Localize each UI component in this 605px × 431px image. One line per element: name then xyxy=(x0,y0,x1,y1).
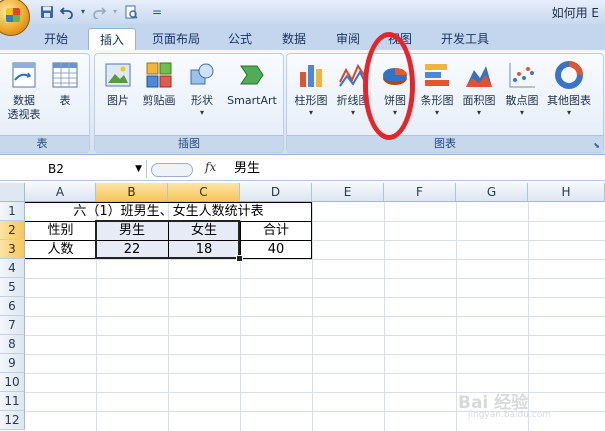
picture-icon xyxy=(105,63,131,87)
line-chart-button[interactable]: 折线图 ▾ xyxy=(333,60,373,118)
line-chart-icon xyxy=(339,63,367,87)
scatter-chart-icon xyxy=(509,63,535,88)
ribbon: 数据 透视表 表 表 图片 剪贴画 形状 ▾ SmartArt 插图 柱形图 ▾… xyxy=(0,50,605,155)
select-all-corner[interactable] xyxy=(0,183,25,202)
row-header-5[interactable]: 5 xyxy=(0,278,25,297)
cell-d3[interactable]: 40 xyxy=(240,240,312,259)
office-logo-icon xyxy=(6,8,20,22)
pivot-table-button[interactable]: 数据 透视表 xyxy=(3,60,45,122)
cell-b2[interactable]: 男生 xyxy=(96,221,168,240)
column-header-f[interactable]: F xyxy=(384,183,456,202)
cell-d2[interactable]: 合计 xyxy=(240,221,312,240)
tab-home[interactable]: 开始 xyxy=(32,28,80,50)
title-bar: ▾ ▾ = 如何用 E xyxy=(0,0,605,36)
column-header-d[interactable]: D xyxy=(240,183,312,202)
column-header-g[interactable]: G xyxy=(456,183,528,202)
tab-data[interactable]: 数据 xyxy=(270,28,318,50)
row-header-12[interactable]: 12 xyxy=(0,411,25,430)
formula-bar-handle[interactable] xyxy=(151,163,193,177)
area-chart-button[interactable]: 面积图 ▾ xyxy=(459,60,499,118)
pie-chart-button[interactable]: 饼图 ▾ xyxy=(375,60,415,118)
picture-button[interactable]: 图片 xyxy=(101,60,135,108)
fill-handle[interactable] xyxy=(236,255,243,262)
column-chart-button[interactable]: 柱形图 ▾ xyxy=(289,60,333,118)
cell-a1-merged-title[interactable]: 六（1）班男生、女生人数统计表 xyxy=(25,202,312,221)
shapes-button[interactable]: 形状 ▾ xyxy=(183,60,221,118)
tab-formulas[interactable]: 公式 xyxy=(216,28,264,50)
scatter-chart-button[interactable]: 散点图 ▾ xyxy=(501,60,543,118)
row-header-4[interactable]: 4 xyxy=(0,259,25,278)
smartart-icon xyxy=(240,65,264,85)
ribbon-tabs: 开始 插入 页面布局 公式 数据 审阅 视图 开发工具 xyxy=(0,24,605,51)
cell-a3[interactable]: 人数 xyxy=(25,240,96,259)
cell-c3[interactable]: 18 xyxy=(168,240,240,259)
row-header-8[interactable]: 8 xyxy=(0,335,25,354)
dialog-launcher-icon[interactable]: ⬊ xyxy=(593,141,600,150)
formula-input[interactable]: 男生 xyxy=(234,160,260,178)
pivot-table-icon xyxy=(12,62,36,88)
group-label-illustrations: 插图 xyxy=(95,135,283,152)
shapes-icon xyxy=(190,63,214,85)
cell-c2[interactable]: 女生 xyxy=(168,221,240,240)
baidu-watermark: Bai 经验 jingyan.baidu.com xyxy=(458,393,552,420)
customize-toolbar-icon[interactable]: = xyxy=(148,3,166,20)
column-header-e[interactable]: E xyxy=(312,183,384,202)
name-box[interactable]: B2 ▼ xyxy=(0,160,146,178)
group-tables: 数据 透视表 表 表 xyxy=(0,53,90,153)
insert-function-icon[interactable]: fx xyxy=(205,160,216,174)
column-header-h[interactable]: H xyxy=(528,183,605,202)
clip-art-button[interactable]: 剪贴画 xyxy=(137,60,181,108)
formula-bar: B2 ▼ fx 男生 xyxy=(0,158,605,181)
row-header-7[interactable]: 7 xyxy=(0,316,25,335)
table-icon xyxy=(52,62,78,88)
column-header-c[interactable]: C xyxy=(168,183,240,202)
print-preview-icon[interactable] xyxy=(122,3,140,20)
row-header-9[interactable]: 9 xyxy=(0,354,25,373)
row-header-3[interactable]: 3 xyxy=(0,240,25,259)
bar-chart-icon xyxy=(425,64,449,86)
group-label-charts: 图表 xyxy=(287,135,603,152)
row-header-11[interactable]: 11 xyxy=(0,392,25,411)
pie-chart-icon xyxy=(383,68,407,85)
group-illustrations: 图片 剪贴画 形状 ▾ SmartArt 插图 xyxy=(94,53,284,153)
row-header-10[interactable]: 10 xyxy=(0,373,25,392)
tab-view[interactable]: 视图 xyxy=(376,28,424,50)
clip-art-icon xyxy=(146,62,172,88)
name-box-dropdown-icon[interactable]: ▼ xyxy=(135,160,142,178)
area-chart-icon xyxy=(466,66,492,87)
column-chart-icon xyxy=(300,65,322,87)
group-label-tables: 表 xyxy=(0,135,89,152)
column-header-b[interactable]: B xyxy=(96,183,168,202)
doughnut-chart-icon xyxy=(555,61,583,89)
shapes-dropdown-icon: ▾ xyxy=(199,108,204,117)
cell-b3[interactable]: 22 xyxy=(96,240,168,259)
column-header-a[interactable]: A xyxy=(25,183,96,202)
tab-insert[interactable]: 插入 xyxy=(88,28,136,51)
bar-chart-button[interactable]: 条形图 ▾ xyxy=(417,60,457,118)
row-header-2[interactable]: 2 xyxy=(0,221,25,240)
row-header-1[interactable]: 1 xyxy=(0,202,25,221)
tab-developer[interactable]: 开发工具 xyxy=(432,28,498,50)
cell-a2[interactable]: 性别 xyxy=(25,221,96,240)
tab-page-layout[interactable]: 页面布局 xyxy=(144,28,208,50)
table-button[interactable]: 表 xyxy=(47,60,83,108)
tab-review[interactable]: 审阅 xyxy=(324,28,372,50)
row-header-6[interactable]: 6 xyxy=(0,297,25,316)
group-charts: 柱形图 ▾ 折线图 ▾ 饼图 ▾ 条形图 ▾ 面积图 ▾ 散点图 ▾ 其他图表 … xyxy=(286,53,604,153)
window-title: 如何用 E xyxy=(551,6,599,20)
save-icon[interactable] xyxy=(38,3,56,20)
other-charts-button[interactable]: 其他图表 ▾ xyxy=(543,60,595,118)
smartart-button[interactable]: SmartArt xyxy=(223,60,281,108)
